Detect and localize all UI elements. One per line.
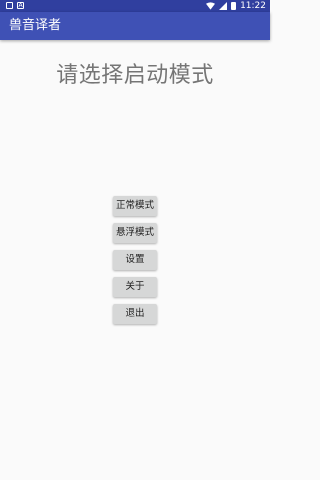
status-bar: A 11:22	[0, 0, 270, 12]
status-right-icons: 11:22	[206, 0, 266, 12]
cell-signal-icon	[219, 2, 228, 10]
floating-mode-button[interactable]: 悬浮模式	[113, 223, 157, 243]
image-icon	[6, 2, 13, 9]
status-time: 11:22	[240, 1, 266, 11]
settings-button[interactable]: 设置	[113, 250, 157, 270]
status-left-icons: A	[6, 2, 24, 9]
battery-icon	[231, 2, 237, 10]
a-icon: A	[17, 2, 24, 9]
exit-button[interactable]: 退出	[113, 304, 157, 324]
about-button[interactable]: 关于	[113, 277, 157, 297]
normal-mode-button[interactable]: 正常模式	[113, 196, 157, 216]
page-headline: 请选择启动模式	[56, 63, 214, 88]
wifi-icon	[206, 2, 216, 10]
app-title: 兽音译者	[9, 18, 62, 33]
app-bar: 兽音译者	[0, 12, 270, 40]
